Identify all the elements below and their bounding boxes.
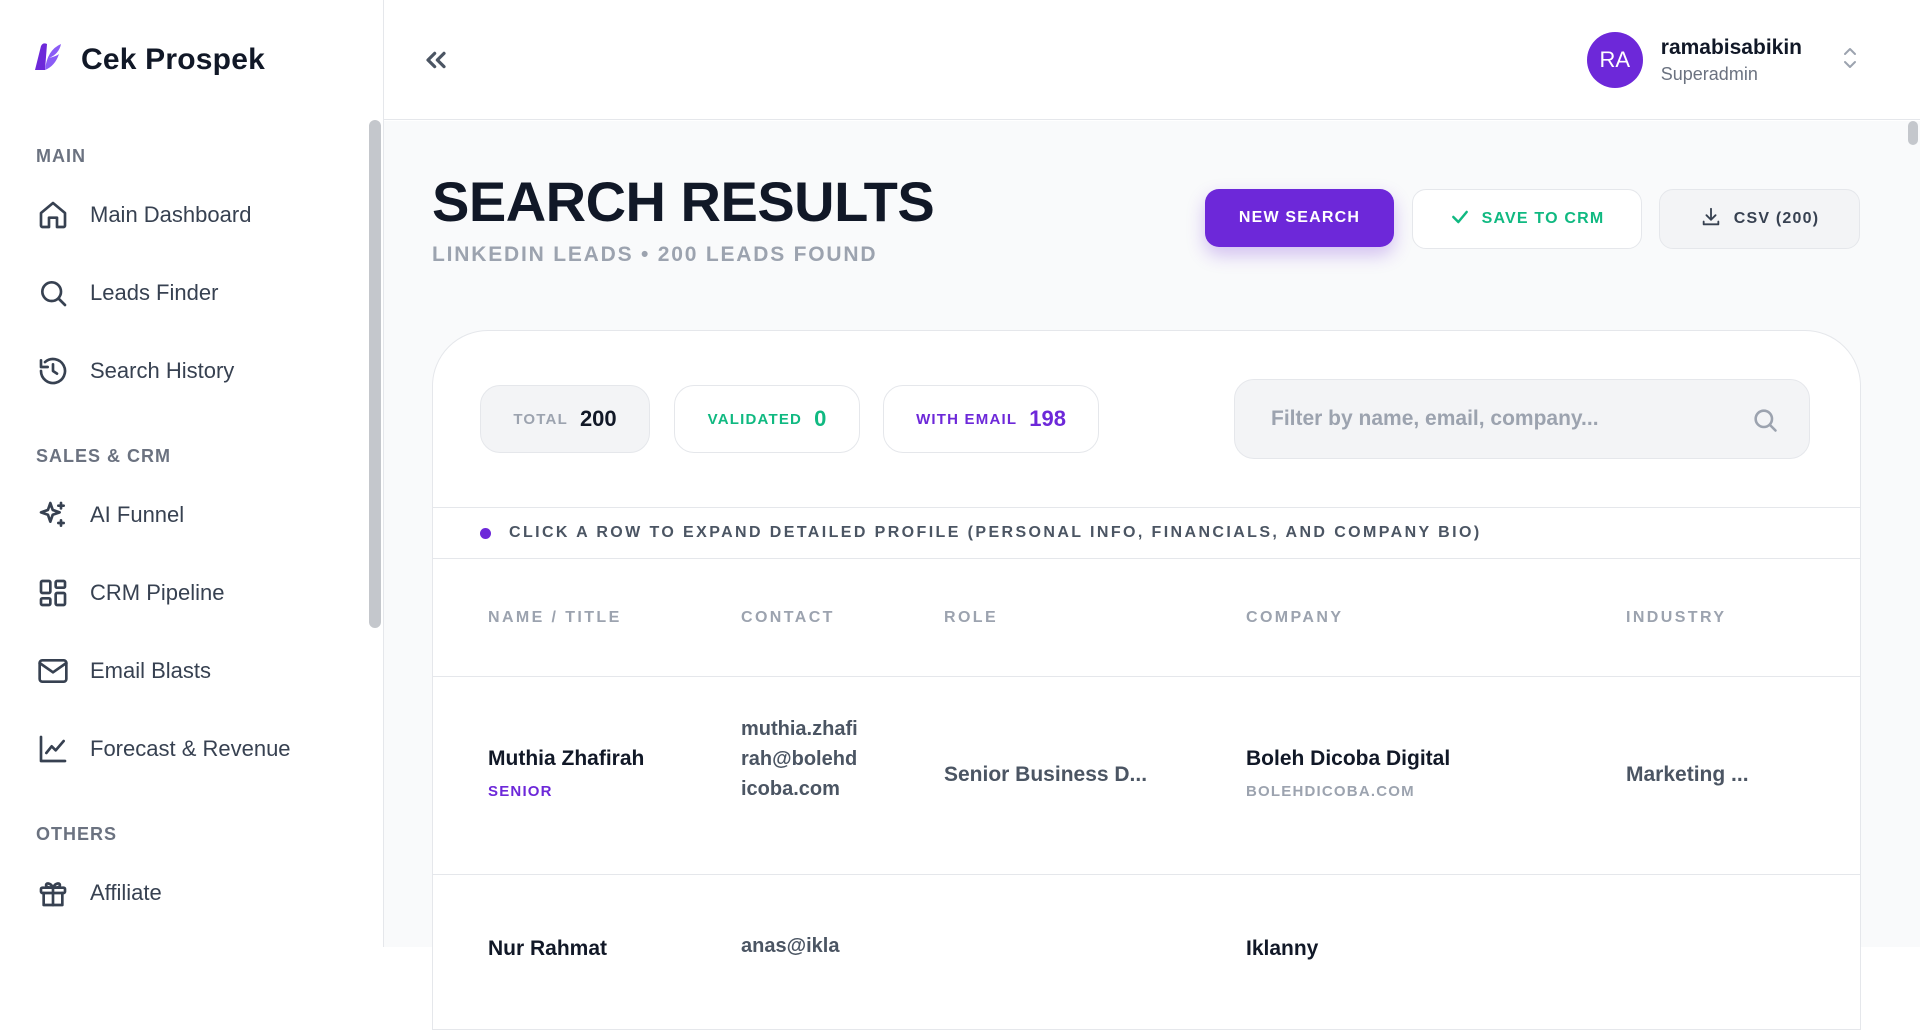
csv-export-label: CSV (200): [1733, 210, 1820, 227]
avatar: RA: [1586, 32, 1643, 88]
user-role: Superadmin: [1660, 63, 1758, 84]
new-search-button[interactable]: NEW SEARCH: [1205, 189, 1394, 247]
stat-total: TOTAL 200: [480, 385, 650, 453]
sidebar-item-label: Affiliate: [90, 880, 162, 905]
sidebar-item-label: Forecast & Revenue: [90, 736, 291, 761]
sidebar-item-label: Leads Finder: [90, 280, 219, 305]
column-header-contact[interactable]: CONTACT: [741, 609, 835, 627]
lead-company-cell: Boleh Dicoba Digital BOLEHDICOBA.COM: [1246, 747, 1450, 800]
sidebar-section-others: OTHERS: [36, 824, 118, 844]
lead-name-cell: Muthia Zhafirah SENIOR: [488, 747, 644, 800]
sidebar-item-crm-pipeline[interactable]: CRM Pipeline: [36, 573, 225, 613]
sidebar-item-label: Search History: [90, 358, 235, 383]
chevrons-left-icon: [420, 51, 452, 80]
lead-company-cell: Iklanny: [1246, 937, 1318, 961]
table-row[interactable]: Muthia Zhafirah SENIOR muthia.zhafirah@b…: [433, 677, 1860, 875]
stat-total-label: TOTAL: [513, 410, 568, 428]
lead-email[interactable]: anas@ikla: [741, 931, 861, 961]
main-scrollbar[interactable]: [1908, 121, 1918, 145]
check-icon: [1450, 207, 1470, 232]
sidebar-item-affiliate[interactable]: Affiliate: [36, 873, 162, 913]
lead-company: Boleh Dicoba Digital: [1246, 747, 1451, 770]
chart-line-icon: [36, 732, 70, 766]
sidebar-section-sales-crm: SALES & CRM: [36, 446, 172, 466]
sidebar-item-main-dashboard[interactable]: Main Dashboard: [36, 195, 251, 235]
sidebar-item-label: CRM Pipeline: [90, 580, 225, 605]
brand-name: Cek Prospek: [81, 42, 265, 76]
filter-input[interactable]: [1235, 380, 1809, 458]
filter-box: [1234, 379, 1810, 459]
stat-total-value: 200: [579, 406, 617, 431]
sidebar-item-label: Main Dashboard: [90, 202, 252, 227]
history-icon: [36, 354, 70, 388]
lead-company: Iklanny: [1246, 937, 1319, 960]
hint-text: CLICK A ROW TO EXPAND DETAILED PROFILE (…: [509, 524, 1482, 541]
csv-export-button[interactable]: CSV (200): [1659, 189, 1860, 249]
download-icon: [1700, 206, 1722, 233]
layout-icon: [36, 576, 70, 610]
save-to-crm-button[interactable]: SAVE TO CRM: [1412, 189, 1642, 249]
gift-icon: [36, 876, 70, 910]
brand[interactable]: Cek Prospek: [31, 40, 265, 79]
home-icon: [36, 198, 70, 232]
stat-validated-label: VALIDATED: [707, 410, 803, 428]
user-info: ramabisabikin Superadmin: [1661, 36, 1802, 85]
sidebar-item-forecast-revenue[interactable]: Forecast & Revenue: [36, 729, 291, 769]
collapse-sidebar-button[interactable]: [420, 44, 452, 76]
lead-name: Nur Rahmat: [488, 937, 608, 960]
main-content: SEARCH RESULTS LINKEDIN LEADS • 200 LEAD…: [384, 121, 1920, 1030]
stat-with-email-value: 198: [1029, 406, 1066, 431]
leaf-logo-icon: [31, 40, 65, 79]
chevrons-up-down-icon: [1840, 44, 1860, 77]
new-search-label: NEW SEARCH: [1238, 209, 1361, 226]
lead-name: Muthia Zhafirah: [488, 747, 645, 770]
lead-industry: Marketing ...: [1626, 763, 1749, 786]
stat-validated-value: 0: [814, 406, 827, 431]
stat-with-email-label: WITH EMAIL: [916, 410, 1018, 428]
search-icon[interactable]: [1751, 406, 1779, 439]
sidebar-item-label: Email Blasts: [90, 658, 212, 683]
expand-hint: CLICK A ROW TO EXPAND DETAILED PROFILE (…: [433, 507, 1860, 559]
column-header-company[interactable]: COMPANY: [1246, 609, 1343, 627]
save-to-crm-label: SAVE TO CRM: [1481, 210, 1605, 227]
lead-email[interactable]: muthia.zhafirah@bolehdicoba.com: [741, 714, 861, 804]
sidebar-item-email-blasts[interactable]: Email Blasts: [36, 651, 211, 691]
sidebar-item-search-history[interactable]: Search History: [36, 351, 234, 391]
column-header-name[interactable]: NAME / TITLE: [488, 609, 622, 627]
column-header-role[interactable]: ROLE: [944, 609, 998, 627]
mail-icon: [36, 654, 70, 688]
sidebar-section-main: MAIN: [36, 146, 86, 166]
stat-with-email: WITH EMAIL 198: [883, 385, 1099, 453]
table-row[interactable]: Nur Rahmat anas@ikla Iklanny: [433, 875, 1860, 1029]
page-title: SEARCH RESULTS: [432, 170, 935, 233]
sidebar-scrollbar[interactable]: [369, 120, 381, 628]
hint-dot: [480, 527, 491, 539]
sidebar: Cek Prospek MAIN Main Dashboard Leads Fi…: [0, 0, 384, 947]
stat-validated: VALIDATED 0: [674, 385, 860, 453]
user-menu[interactable]: RA ramabisabikin Superadmin: [1586, 32, 1860, 88]
sidebar-item-ai-funnel[interactable]: AI Funnel: [36, 495, 184, 535]
user-name: ramabisabikin: [1660, 35, 1802, 59]
search-icon: [36, 276, 70, 310]
topbar: RA ramabisabikin Superadmin: [384, 0, 1920, 120]
sparkles-icon: [36, 498, 70, 532]
table-header: NAME / TITLE CONTACT ROLE COMPANY INDUST…: [433, 559, 1860, 677]
sidebar-item-label: AI Funnel: [90, 502, 185, 527]
sidebar-item-leads-finder[interactable]: Leads Finder: [36, 273, 218, 313]
page-subtitle: LINKEDIN LEADS • 200 LEADS FOUND: [432, 243, 878, 266]
lead-role: Senior Business D...: [944, 763, 1148, 786]
results-card: TOTAL 200 VALIDATED 0 WITH EMAIL 198 CLI…: [432, 330, 1861, 1030]
lead-name-cell: Nur Rahmat: [488, 937, 607, 961]
lead-seniority: SENIOR: [488, 783, 553, 800]
column-header-industry[interactable]: INDUSTRY: [1626, 609, 1726, 627]
lead-company-domain: BOLEHDICOBA.COM: [1246, 783, 1415, 800]
